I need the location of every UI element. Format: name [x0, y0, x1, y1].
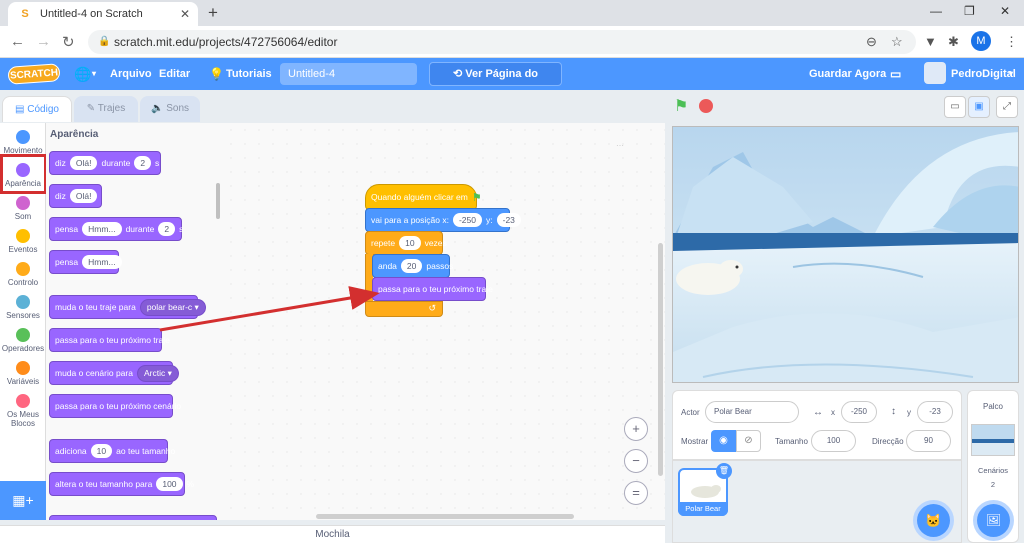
- y-input[interactable]: -23: [917, 401, 953, 423]
- x-label: x: [831, 408, 835, 417]
- size-input[interactable]: 100: [811, 430, 856, 452]
- zoom-out-button[interactable]: −: [624, 449, 648, 473]
- zoom-reset-icon: =: [632, 485, 640, 500]
- y-label: y: [907, 408, 911, 417]
- stage-header: ⚑ ▭ ▣ ⤢: [670, 92, 1024, 124]
- green-flag-icon[interactable]: ⚑: [674, 96, 688, 116]
- sprite-list: Polar Bear 🗑 🐱: [672, 460, 962, 543]
- sprite-name-input[interactable]: Polar Bear: [705, 401, 799, 423]
- add-sprite-button[interactable]: 🐱: [917, 504, 950, 537]
- zoom-in-icon: +: [632, 421, 640, 436]
- backdrops-count: 2: [990, 480, 996, 489]
- add-backdrop-button[interactable]: 🖼: [977, 504, 1010, 537]
- sprite-thumbnail-label: Polar Bear: [678, 502, 728, 516]
- arctic-backdrop: [673, 127, 1018, 382]
- show-label: Mostrar: [681, 437, 709, 446]
- small-stage-icon[interactable]: ▭: [944, 96, 966, 118]
- stage-panel-title: Palco: [982, 402, 1003, 411]
- stage-canvas[interactable]: [672, 126, 1019, 383]
- zoom-out-icon: −: [632, 453, 640, 468]
- direction-label: Direcção: [872, 437, 904, 446]
- image-plus-icon: 🖼: [985, 513, 1002, 527]
- cat-plus-icon: 🐱: [925, 513, 942, 528]
- y-arrows-icon: ↕: [891, 406, 896, 417]
- backdrop-thumbnail[interactable]: [971, 424, 1015, 456]
- stop-icon[interactable]: [699, 99, 713, 113]
- fullscreen-icon[interactable]: ⤢: [996, 96, 1018, 118]
- arctic-thumbnail-icon: [972, 439, 1014, 455]
- stage-selector-panel[interactable]: Palco Cenários 2 🖼: [967, 390, 1019, 543]
- x-arrows-icon: ↔: [813, 407, 823, 418]
- zoom-reset-button[interactable]: =: [624, 481, 648, 505]
- size-label: Tamanho: [775, 437, 808, 446]
- direction-input[interactable]: 90: [906, 430, 951, 452]
- actor-label: Actor: [681, 408, 700, 417]
- sprite-info-panel: Actor Polar Bear ↔ x -250 ↕ y -23 Mostra…: [672, 390, 962, 460]
- hide-eye-icon[interactable]: ⊘: [736, 430, 761, 452]
- delete-sprite-icon[interactable]: 🗑: [716, 463, 732, 479]
- show-eye-icon[interactable]: ◉: [711, 430, 736, 452]
- backdrops-label: Cenários: [977, 466, 1008, 475]
- x-input[interactable]: -250: [841, 401, 877, 423]
- zoom-in-button[interactable]: +: [624, 417, 648, 441]
- normal-stage-icon[interactable]: ▣: [968, 96, 990, 118]
- backpack-bar[interactable]: Mochila: [0, 525, 665, 543]
